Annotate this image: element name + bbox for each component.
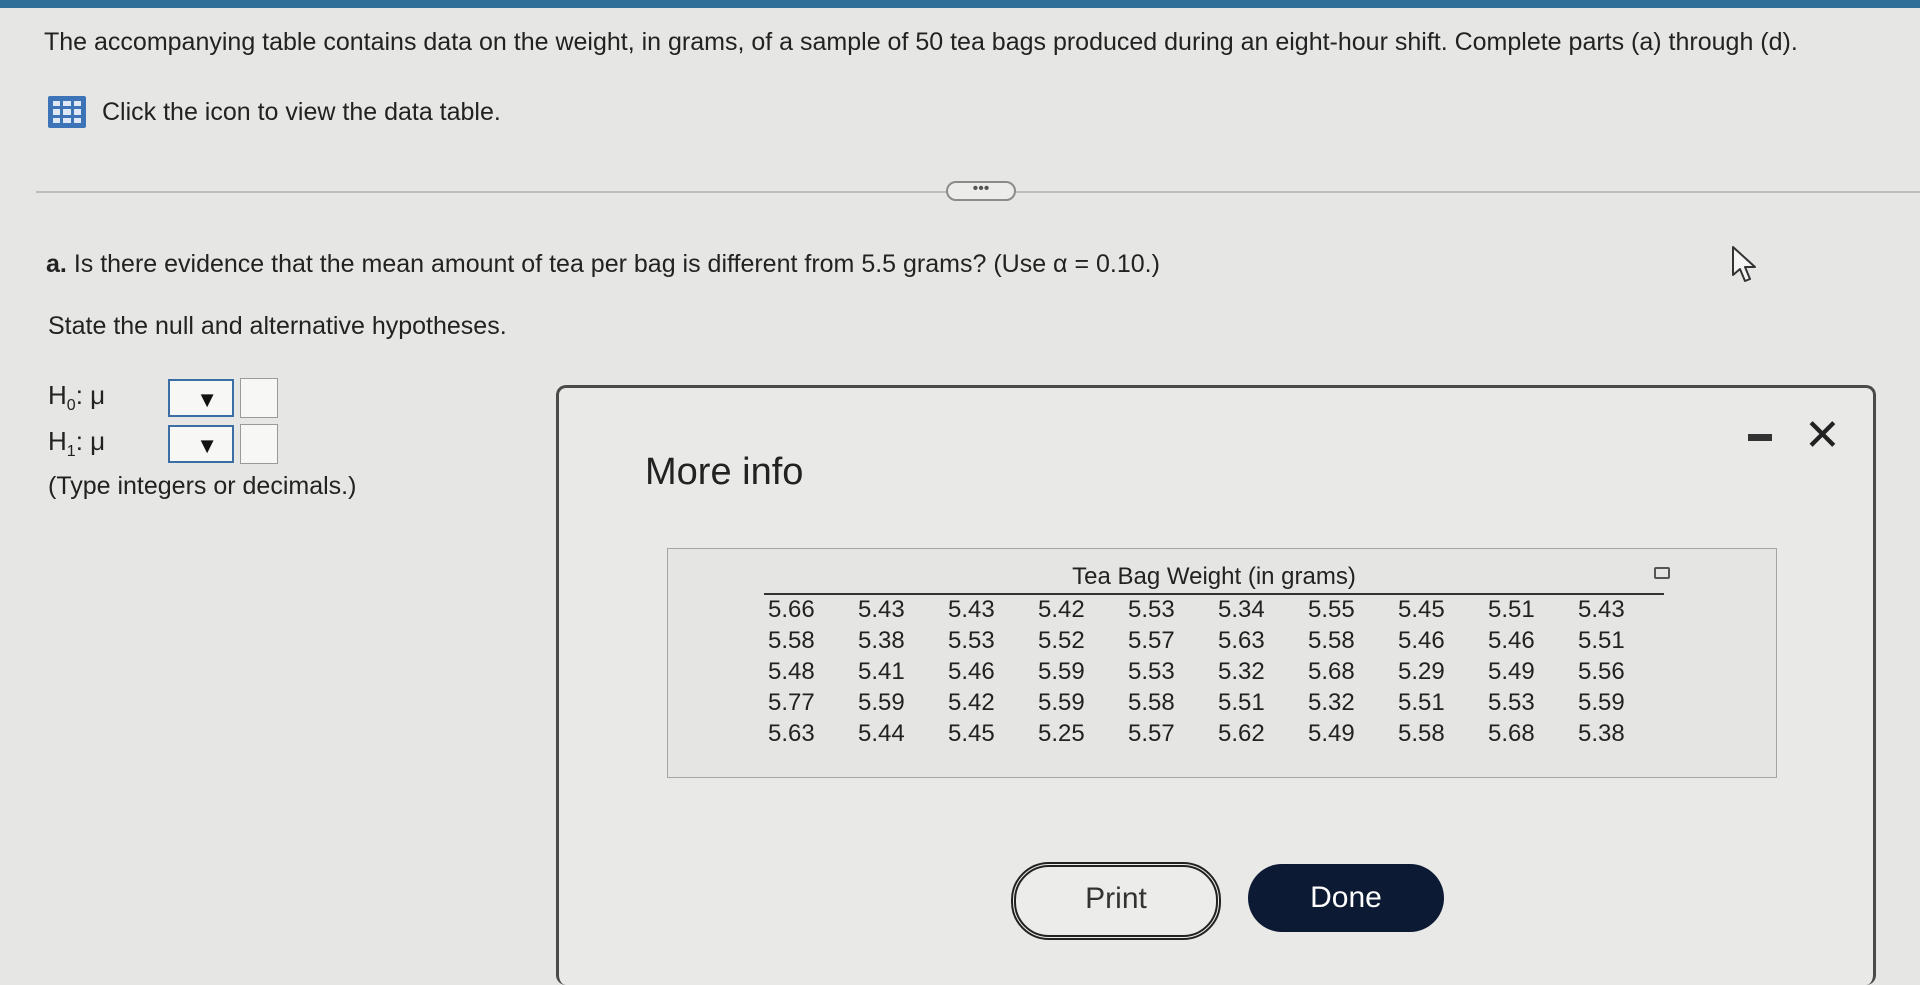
dialog-title: More info [645,451,804,493]
table-cell: 5.49 [1488,657,1535,685]
table-cell: 5.42 [948,688,995,716]
table-cell: 5.44 [858,719,905,747]
table-row: 5.63 5.44 5.45 5.25 5.57 5.62 5.49 5.58 5.68 5.38 [764,718,1664,749]
input-format-hint: (Type integers or decimals.) [48,472,357,500]
tea-bag-weight-table: Tea Bag Weight (in grams) 5.66 5.43 5.43 5.… [764,563,1664,749]
table-cell: 5.66 [768,596,815,623]
table-cell: 5.46 [1398,626,1445,654]
table-cell: 5.51 [1218,688,1265,716]
chevron-down-icon: ▼ [196,433,218,458]
chevron-down-icon: ▼ [196,387,218,412]
alternative-hypothesis-value-input[interactable] [240,424,278,464]
table-cell: 5.58 [768,626,815,654]
table-cell: 5.53 [1128,596,1175,623]
table-cell: 5.32 [1308,688,1355,716]
table-cell: 5.43 [948,596,995,623]
table-cell: 5.77 [768,688,815,716]
view-data-table-link[interactable]: Click the icon to view the data table. [48,96,501,128]
table-cell: 5.53 [1128,657,1175,685]
table-cell: 5.57 [1128,719,1175,747]
table-cell: 5.63 [768,719,815,747]
top-strip [0,0,1920,8]
view-data-table-label[interactable]: Click the icon to view the data table. [102,98,501,127]
null-hypothesis-operator-select[interactable]: ▼ [168,379,234,417]
table-cell: 5.59 [1038,657,1085,685]
table-cell: 5.43 [1578,596,1625,623]
table-cell: 5.34 [1218,596,1265,623]
table-cell: 5.53 [948,626,995,654]
table-cell: 5.58 [1398,719,1445,747]
question-text: Is there evidence that the mean amount o… [73,250,1160,278]
table-cell: 5.51 [1488,596,1535,623]
table-row: 5.48 5.41 5.46 5.59 5.53 5.32 5.68 5.29 5.49 5.56 [764,656,1664,687]
table-cell: 5.48 [768,657,815,685]
table-cell: 5.38 [1578,719,1625,747]
table-cell: 5.45 [1398,596,1445,623]
table-row: 5.77 5.59 5.42 5.59 5.58 5.51 5.32 5.51 5.53 5.59 [764,687,1664,718]
table-cell: 5.25 [1038,719,1085,747]
table-cell: 5.57 [1128,626,1175,654]
data-table-panel: Tea Bag Weight (in grams) 5.66 5.43 5.43 5.… [667,548,1777,778]
table-cell: 5.49 [1308,719,1355,747]
table-cell: 5.53 [1488,688,1535,716]
table-cell: 5.38 [858,626,905,654]
table-cell: 5.58 [1128,688,1175,716]
table-cell: 5.59 [1578,688,1625,716]
close-icon[interactable]: ✕ [1804,414,1841,458]
table-cell: 5.68 [1488,719,1535,747]
part-label: a. [46,250,67,278]
table-row: 5.66 5.43 5.43 5.42 5.53 5.34 5.55 5.45 5.51 5.43 [764,594,1664,625]
table-cell: 5.29 [1398,657,1445,685]
print-button[interactable]: Print [1011,862,1221,940]
table-cell: 5.63 [1218,626,1265,654]
table-cell: 5.52 [1038,626,1085,654]
table-cell: 5.55 [1308,596,1355,623]
done-button[interactable]: Done [1248,864,1444,932]
minimize-icon[interactable] [1748,434,1772,441]
null-hypothesis-row: H0: μ ▼ [48,378,278,418]
table-cell: 5.42 [1038,596,1085,623]
table-cell: 5.59 [858,688,905,716]
more-info-dialog: More info ✕ Tea Bag Weight (in grams) 5.… [556,385,1876,985]
table-cell: 5.46 [948,657,995,685]
alternative-hypothesis-operator-select[interactable]: ▼ [168,425,234,463]
table-cell: 5.62 [1218,719,1265,747]
table-cell: 5.51 [1578,626,1625,654]
question-part-a: a. Is there evidence that the mean amoun… [46,250,1160,279]
table-body: 5.66 5.43 5.43 5.42 5.53 5.34 5.55 5.45 5.51 5.43… [764,594,1664,749]
hypotheses-instruction: State the null and alternative hypothese… [48,312,507,340]
null-hypothesis-label: H0: μ [48,380,106,415]
table-cell: 5.45 [948,719,995,747]
problem-intro: The accompanying table contains data on … [44,28,1798,56]
mouse-cursor-icon [1732,246,1756,282]
table-grid-icon[interactable] [48,96,86,128]
table-row: 5.58 5.38 5.53 5.52 5.57 5.63 5.58 5.46 5.46 5.51 [764,625,1664,656]
table-cell: 5.56 [1578,657,1625,685]
table-cell: 5.43 [858,596,905,623]
expand-more-button[interactable]: ••• [946,181,1016,201]
table-cell: 5.32 [1218,657,1265,685]
table-cell: 5.51 [1398,688,1445,716]
table-cell: 5.59 [1038,688,1085,716]
alternative-hypothesis-row: H1: μ ▼ [48,424,278,464]
alternative-hypothesis-label: H1: μ [48,426,106,461]
table-cell: 5.58 [1308,626,1355,654]
table-cell: 5.46 [1488,626,1535,654]
table-cell: 5.41 [858,657,905,685]
table-cell: 5.68 [1308,657,1355,685]
null-hypothesis-value-input[interactable] [240,378,278,418]
table-title: Tea Bag Weight (in grams) [764,563,1664,595]
